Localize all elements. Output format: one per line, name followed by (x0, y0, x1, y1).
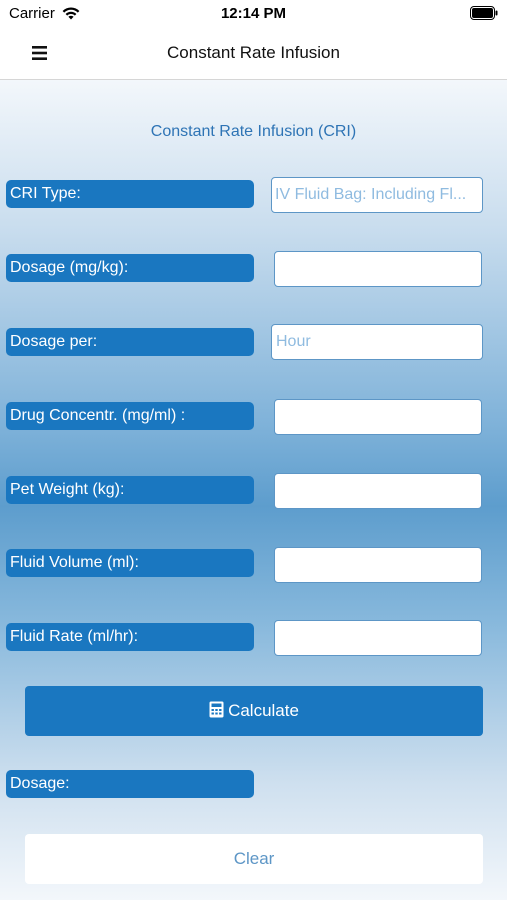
page-title: Constant Rate Infusion (167, 43, 340, 62)
drug-concentration-input[interactable] (274, 399, 482, 435)
cri-type-label: CRI Type: (6, 180, 254, 208)
dosage-per-label: Dosage per: (6, 328, 254, 356)
fluid-rate-label: Fluid Rate (ml/hr): (6, 623, 254, 651)
battery-icon (470, 6, 498, 20)
dosage-input[interactable] (274, 251, 482, 287)
drug-concentration-label: Drug Concentr. (mg/ml) : (6, 402, 254, 430)
pet-weight-label: Pet Weight (kg): (6, 476, 254, 504)
fluid-rate-input[interactable] (274, 620, 482, 656)
dosage-per-picker[interactable] (271, 324, 483, 360)
status-bar: Carrier 12:14 PM (0, 0, 507, 28)
result-dosage-label: Dosage: (6, 770, 254, 798)
calculator-icon (209, 701, 224, 718)
dosage-label: Dosage (mg/kg): (6, 254, 254, 282)
fluid-volume-input[interactable] (274, 547, 482, 583)
calculate-button[interactable]: Calculate (25, 686, 483, 736)
navigation-bar: Constant Rate Infusion (0, 28, 507, 80)
calculate-button-label: Calculate (228, 701, 299, 720)
section-title: Constant Rate Infusion (CRI) (150, 123, 357, 140)
pet-weight-input[interactable] (274, 473, 482, 509)
clock: 12:14 PM (220, 5, 287, 22)
fluid-volume-label: Fluid Volume (ml): (6, 549, 254, 577)
clear-button[interactable]: Clear (25, 834, 483, 884)
cri-type-picker[interactable]: IV Fluid Bag: Including Fl... (271, 177, 483, 213)
cri-form: Constant Rate Infusion (CRI) CRI Type: I… (0, 80, 507, 900)
